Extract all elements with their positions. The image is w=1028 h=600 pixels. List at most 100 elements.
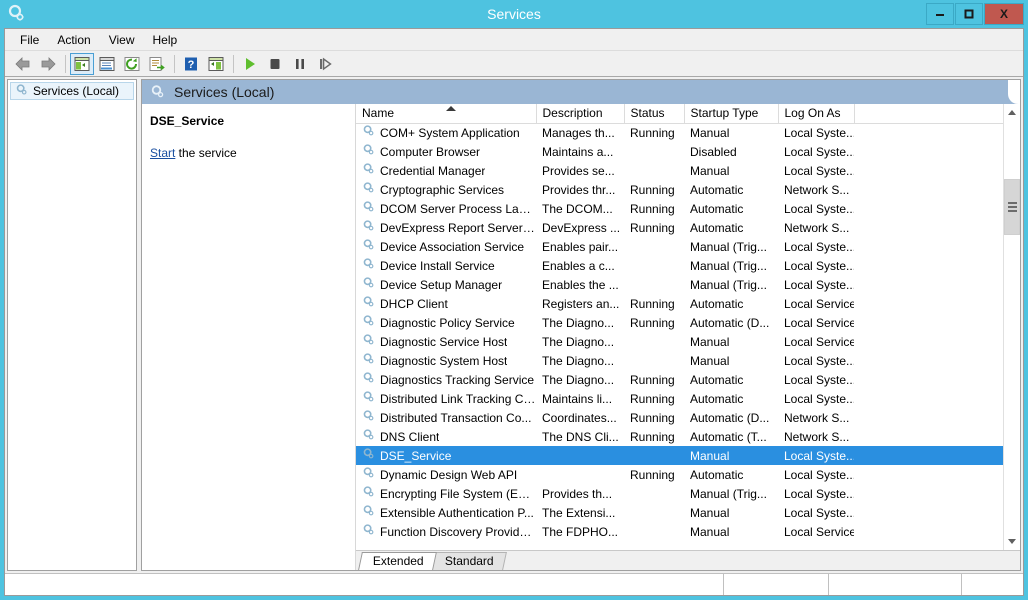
tab-standard[interactable]: Standard — [429, 552, 507, 570]
cell-service-name: Encrypting File System (EFS) — [356, 484, 536, 503]
stop-service-icon[interactable] — [263, 53, 287, 75]
cell-service-name: Distributed Transaction Co... — [356, 408, 536, 427]
service-gear-icon — [362, 181, 376, 198]
cell-description: DevExpress ... — [542, 220, 621, 235]
table-row[interactable]: Function Discovery Provide... The FDPHO..… — [356, 522, 1003, 541]
menu-help[interactable]: Help — [144, 31, 187, 49]
service-name-label: Extensible Authentication P... — [380, 505, 534, 520]
cell-service-name: COM+ System Application — [356, 123, 536, 142]
table-row[interactable]: Device Install Service Enables a c... Manu… — [356, 256, 1003, 275]
table-row[interactable]: Distributed Link Tracking Cl... Maintains… — [356, 389, 1003, 408]
cell-logon: Local Service — [784, 524, 854, 539]
cell-status: Running — [630, 429, 675, 444]
cell-startup: Automatic — [690, 182, 744, 197]
forward-icon[interactable] — [36, 53, 60, 75]
cell-status: Running — [630, 315, 675, 330]
back-icon[interactable] — [11, 53, 35, 75]
pause-service-icon[interactable] — [288, 53, 312, 75]
title-bar[interactable]: Services X — [0, 0, 1028, 28]
table-row[interactable]: Device Setup Manager Enables the ... Manua… — [356, 275, 1003, 294]
table-row[interactable]: Diagnostic System Host The Diagno... Manua… — [356, 351, 1003, 370]
cell-description: The Diagno... — [542, 315, 615, 330]
table-row[interactable]: COM+ System Application Manages th... Runn… — [356, 123, 1003, 142]
cell-startup: Manual (Trig... — [690, 277, 767, 292]
scrollbar-thumb[interactable] — [1004, 179, 1020, 235]
cell-service-name: Diagnostics Tracking Service — [356, 370, 536, 389]
refresh-icon[interactable] — [120, 53, 144, 75]
cell-logon: Local Syste... — [784, 372, 854, 387]
table-row[interactable]: Cryptographic Services Provides thr... Run… — [356, 180, 1003, 199]
service-name-label: Cryptographic Services — [380, 182, 505, 197]
column-header-label: Description — [542, 106, 603, 121]
show-hide-console-tree-icon[interactable] — [70, 52, 94, 75]
start-service-icon[interactable] — [238, 53, 262, 75]
column-header-label: Startup Type — [690, 106, 759, 121]
table-row[interactable]: DNS Client The DNS Cli... Running Automatic… — [356, 427, 1003, 446]
cell-blank — [854, 161, 1003, 180]
cell-service-name: Distributed Link Tracking Cl... — [356, 389, 536, 408]
service-name-label: Distributed Transaction Co... — [380, 410, 532, 425]
tab-standard-label: Standard — [444, 554, 494, 568]
scroll-down-arrow-icon[interactable] — [1004, 533, 1020, 550]
cell-startup: Automatic — [690, 391, 744, 406]
help-icon[interactable]: ? — [179, 53, 203, 75]
scrollbar-track[interactable] — [1004, 121, 1020, 533]
show-action-pane-icon[interactable] — [204, 53, 228, 75]
cell-service-name: Cryptographic Services — [356, 180, 536, 199]
column-header-name[interactable]: Name — [356, 104, 537, 124]
cell-status: Running — [630, 201, 675, 216]
menu-view[interactable]: View — [100, 31, 144, 49]
cell-service-name: DSE_Service — [356, 446, 536, 465]
cell-service-name: DCOM Server Process Laun... — [356, 199, 536, 218]
vertical-scrollbar[interactable] — [1003, 104, 1020, 550]
cell-blank — [854, 313, 1003, 332]
scroll-up-arrow-icon[interactable] — [1004, 104, 1020, 121]
table-row[interactable]: Diagnostic Policy Service The Diagno... Ru… — [356, 313, 1003, 332]
maximize-button[interactable] — [955, 3, 983, 25]
cell-description: Enables a c... — [542, 258, 615, 273]
cell-service-name: DHCP Client — [356, 294, 536, 313]
table-row[interactable]: DevExpress Report Server v1... DevExpress… — [356, 218, 1003, 237]
column-header-logon[interactable]: Log On As — [778, 104, 855, 124]
start-service-link[interactable]: Start — [150, 146, 175, 160]
menu-action[interactable]: Action — [48, 31, 99, 49]
table-row[interactable]: Credential Manager Provides se... Manual Lo… — [356, 161, 1003, 180]
properties-icon[interactable] — [95, 53, 119, 75]
cell-status — [624, 351, 684, 370]
table-row[interactable]: Encrypting File System (EFS) Provides th.… — [356, 484, 1003, 503]
column-header-blank[interactable] — [854, 104, 1003, 124]
table-row[interactable]: Extensible Authentication P... The Extens… — [356, 503, 1003, 522]
table-row[interactable]: Distributed Transaction Co... Coordinates… — [356, 408, 1003, 427]
table-row[interactable]: DCOM Server Process Laun... The DCOM... Ru… — [356, 199, 1003, 218]
column-header-startup[interactable]: Startup Type — [684, 104, 779, 124]
column-header-description[interactable]: Description — [536, 104, 625, 124]
cell-description: Coordinates... — [542, 410, 617, 425]
tree-item-services-local[interactable]: Services (Local) — [10, 82, 134, 100]
export-list-icon[interactable] — [145, 53, 169, 75]
restart-service-icon[interactable] — [313, 53, 337, 75]
table-row[interactable]: Computer Browser Maintains a... Disabled Lo… — [356, 142, 1003, 161]
table-row[interactable]: DSE_Service Manual Local Syste... — [356, 446, 1003, 465]
cell-logon: Local Syste... — [784, 239, 854, 254]
table-row[interactable]: Diagnostics Tracking Service The Diagno..… — [356, 370, 1003, 389]
cell-logon: Local Syste... — [778, 446, 854, 465]
cell-status — [624, 161, 684, 180]
service-action-text: Start the service — [150, 146, 355, 160]
tab-extended[interactable]: Extended — [358, 552, 437, 570]
table-row[interactable]: Device Association Service Enables pair..… — [356, 237, 1003, 256]
selected-service-name: DSE_Service — [150, 114, 225, 128]
column-header-status[interactable]: Status — [624, 104, 685, 124]
cell-service-name: Dynamic Design Web API — [356, 465, 536, 484]
tree-item-label: Services (Local) — [33, 84, 120, 98]
minimize-button[interactable] — [926, 3, 954, 25]
table-row[interactable]: DHCP Client Registers an... Running Automat… — [356, 294, 1003, 313]
table-row[interactable]: Diagnostic Service Host The Diagno... Manu… — [356, 332, 1003, 351]
table-row[interactable]: Dynamic Design Web API Running Automatic Lo… — [356, 465, 1003, 484]
results-pane-header: Services (Local) — [142, 80, 1020, 104]
cell-status — [624, 503, 684, 522]
menu-file[interactable]: File — [11, 31, 48, 49]
cell-logon: Local Syste... — [784, 486, 854, 501]
cell-status — [624, 142, 684, 161]
close-button[interactable]: X — [984, 3, 1024, 25]
cell-service-name: Diagnostic Service Host — [356, 332, 536, 351]
